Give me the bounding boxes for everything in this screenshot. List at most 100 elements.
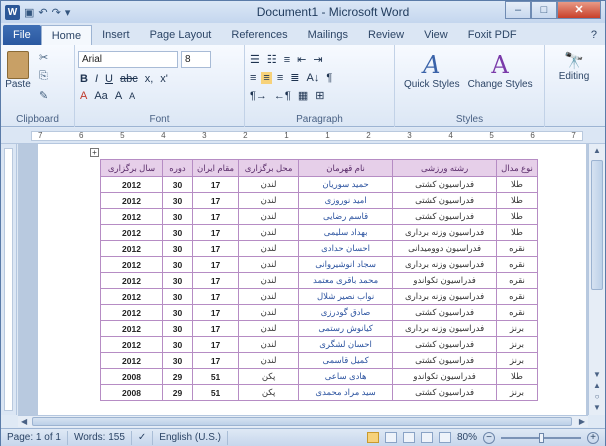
web-layout-view-icon[interactable] [402, 432, 415, 443]
table-cell[interactable]: 17 [191, 192, 240, 209]
vertical-ruler[interactable] [1, 144, 17, 415]
vertical-scrollbar[interactable]: ▲ ▼ ▲ ○ ▼ [588, 144, 605, 415]
sort-icon[interactable]: A↓ [304, 72, 321, 84]
table-cell[interactable]: لندن [238, 304, 300, 321]
table-cell[interactable]: لندن [238, 208, 300, 225]
table-cell[interactable]: 30 [162, 336, 193, 353]
table-cell[interactable]: 17 [191, 240, 240, 257]
table-cell[interactable]: فدراسیون کشتی [392, 304, 498, 321]
borders-icon[interactable]: ⊞ [313, 89, 326, 102]
help-icon[interactable]: ? [591, 25, 605, 45]
table-cell[interactable]: 30 [162, 272, 193, 289]
table-cell[interactable]: نقره [496, 304, 538, 321]
table-cell[interactable]: هادی ساعی [298, 368, 394, 385]
font-size-select[interactable]: 8 [181, 51, 211, 68]
table-cell[interactable]: 17 [191, 272, 240, 289]
table-cell[interactable]: 17 [191, 288, 240, 305]
table-cell[interactable]: لندن [238, 336, 300, 353]
editing-button[interactable]: 🔭 Editing [548, 49, 600, 82]
table-cell[interactable]: 17 [191, 320, 240, 337]
table-header-cell[interactable]: مقام ایران [191, 159, 240, 177]
table-cell[interactable]: 30 [162, 224, 193, 241]
table-cell[interactable]: محمد باقری معتمد [298, 272, 394, 289]
table-cell[interactable]: 17 [191, 256, 240, 273]
table-cell[interactable]: نقره [496, 272, 538, 289]
change-styles-button[interactable]: A Change Styles [468, 51, 533, 90]
table-cell[interactable]: 30 [162, 256, 193, 273]
table-cell[interactable]: صادق گودرزی [298, 304, 394, 321]
table-cell[interactable]: فدراسیون کشتی [392, 352, 498, 369]
table-cell[interactable]: فدراسیون کشتی [392, 176, 498, 193]
scroll-up-icon[interactable]: ▲ [589, 144, 605, 158]
outline-view-icon[interactable] [420, 432, 433, 443]
horizontal-ruler[interactable]: 76543211234567 [1, 128, 605, 144]
table-cell[interactable]: 30 [162, 288, 193, 305]
proofing-icon[interactable]: ✓ [132, 430, 154, 445]
table-cell[interactable]: لندن [238, 192, 300, 209]
table-cell[interactable]: کیانوش رستمی [298, 320, 394, 337]
table-cell[interactable]: سید مراد محمدی [298, 384, 394, 401]
table-cell[interactable]: طلا [496, 176, 538, 193]
table-cell[interactable]: 51 [191, 384, 240, 401]
close-button[interactable]: ✕ [557, 1, 601, 19]
table-cell[interactable]: کمیل قاسمی [298, 352, 394, 369]
table-cell[interactable]: نقره [496, 288, 538, 305]
table-cell[interactable]: طلا [496, 192, 538, 209]
quick-styles-button[interactable]: A Quick Styles [404, 51, 460, 90]
tab-page-layout[interactable]: Page Layout [140, 25, 222, 45]
subscript-button[interactable]: x, [143, 73, 156, 85]
table-cell[interactable]: احسان لشگری [298, 336, 394, 353]
table-cell[interactable]: 2012 [100, 288, 163, 305]
table-cell[interactable]: 30 [162, 352, 193, 369]
table-move-handle-icon[interactable]: + [90, 148, 99, 157]
zoom-slider-knob[interactable] [539, 432, 544, 443]
table-cell[interactable]: طلا [496, 368, 538, 385]
format-painter-icon[interactable]: ✎ [39, 89, 48, 102]
table-cell[interactable]: 17 [191, 208, 240, 225]
italic-button[interactable]: I [93, 73, 100, 85]
scroll-left-icon[interactable]: ◀ [21, 416, 27, 427]
table-cell[interactable]: پکن [238, 368, 300, 385]
bullets-icon[interactable]: ☰ [248, 53, 262, 66]
shrink-font-button[interactable]: A [127, 91, 137, 101]
cut-icon[interactable]: ✂ [39, 51, 48, 64]
table-header-cell[interactable]: نام قهرمان [298, 159, 394, 177]
table-header-cell[interactable]: رشته ورزشی [392, 159, 498, 177]
zoom-level[interactable]: 80% [457, 432, 477, 443]
document-page[interactable]: + سال برگزاری دوره مقام ایران محل برگزاری نا… [38, 144, 586, 415]
tab-view[interactable]: View [414, 25, 458, 45]
word-logo-icon[interactable]: W [5, 4, 20, 20]
table-cell[interactable]: نقره [496, 240, 538, 257]
print-layout-view-icon[interactable] [366, 432, 379, 443]
multilevel-list-icon[interactable]: ≡ [282, 54, 292, 66]
table-cell[interactable]: لندن [238, 288, 300, 305]
table-cell[interactable]: 30 [162, 320, 193, 337]
table-cell[interactable]: 2012 [100, 352, 163, 369]
tab-review[interactable]: Review [358, 25, 414, 45]
table-cell[interactable]: لندن [238, 224, 300, 241]
word-count[interactable]: Words: 155 [68, 430, 132, 445]
table-cell[interactable]: 29 [162, 368, 193, 385]
tab-mailings[interactable]: Mailings [298, 25, 358, 45]
grow-font-button[interactable]: A [113, 90, 124, 102]
table-cell[interactable]: 2012 [100, 224, 163, 241]
undo-icon[interactable]: ↶ [38, 6, 47, 19]
tab-foxit-pdf[interactable]: Foxit PDF [458, 25, 527, 45]
align-center-icon[interactable]: ≡ [261, 71, 272, 84]
table-cell[interactable]: 17 [191, 176, 240, 193]
language[interactable]: English (U.S.) [153, 430, 228, 445]
table-cell[interactable]: برنز [496, 336, 538, 353]
table-cell[interactable]: برنز [496, 384, 538, 401]
tab-insert[interactable]: Insert [92, 25, 140, 45]
scroll-right-icon[interactable]: ▶ [579, 416, 585, 427]
full-screen-view-icon[interactable] [384, 432, 397, 443]
table-cell[interactable]: فدراسیون دوومیدانی [392, 240, 498, 257]
paste-button[interactable]: Paste [5, 51, 31, 99]
align-right-icon[interactable]: ≡ [275, 72, 285, 84]
ltr-icon[interactable]: ¶→ [248, 90, 269, 102]
horizontal-scrollbar[interactable]: ◀ ▶ [18, 415, 588, 427]
table-cell[interactable]: فدراسیون تکواندو [392, 272, 498, 289]
bold-button[interactable]: B [78, 73, 90, 85]
table-cell[interactable]: 2012 [100, 176, 163, 193]
change-case-button[interactable]: Aa [92, 90, 109, 102]
